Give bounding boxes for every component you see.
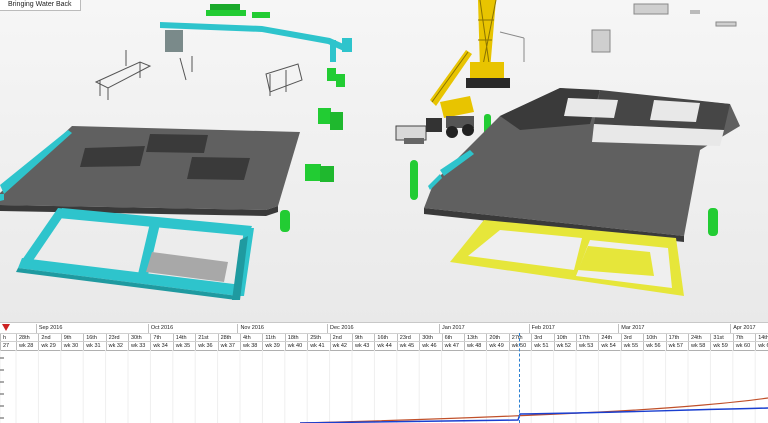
week-label: wk 47 — [441, 342, 464, 350]
timeline-plot-area[interactable] — [0, 350, 768, 423]
week-label: wk 34 — [150, 342, 172, 350]
month-label: Dec 2016 — [327, 324, 439, 333]
week-label: wk 59 — [710, 342, 732, 350]
week-label: wk 49 — [486, 342, 508, 350]
progress-curves — [0, 350, 768, 423]
week-label: wk 44 — [374, 342, 396, 350]
week-label: wk 42 — [329, 342, 352, 350]
week-label: wk 57 — [665, 342, 688, 350]
month-label: Mar 2017 — [618, 324, 730, 333]
week-label: wk 35 — [172, 342, 195, 350]
week-label: wk 51 — [531, 342, 553, 350]
week-label: wk 41 — [307, 342, 329, 350]
scene-title-label: Bringing Water Back — [0, 0, 81, 11]
month-label: Oct 2016 — [147, 324, 238, 333]
week-label: wk 30 — [60, 342, 83, 350]
week-label: wk 43 — [352, 342, 374, 350]
week-label: wk 45 — [396, 342, 419, 350]
week-label: wk 40 — [284, 342, 307, 350]
week-label: wk 61 — [755, 342, 768, 350]
month-label: Nov 2016 — [237, 324, 327, 333]
gantt-timeline[interactable]: Sep 2016 Oct 2016 Nov 2016 Dec 2016 Jan 2017… — [0, 322, 768, 423]
week-label: wk 48 — [464, 342, 486, 350]
week-label: wk 60 — [732, 342, 755, 350]
week-label: wk 32 — [105, 342, 128, 350]
timeline-month-row: Sep 2016 Oct 2016 Nov 2016 Dec 2016 Jan 2017… — [0, 324, 768, 333]
week-label: wk 37 — [217, 342, 240, 350]
week-label: wk 33 — [128, 342, 150, 350]
week-label: wk 38 — [240, 342, 262, 350]
week-label: wk 53 — [576, 342, 598, 350]
month-label: Apr 2017 — [730, 324, 768, 333]
week-label: wk 36 — [195, 342, 217, 350]
planned-progress-curve — [299, 397, 768, 423]
week-label: wk 54 — [598, 342, 620, 350]
week-label: wk 52 — [553, 342, 576, 350]
week-label: wk 58 — [688, 342, 710, 350]
site-model-scene[interactable] — [0, 0, 768, 322]
month-label: Feb 2017 — [528, 324, 619, 333]
week-label: wk 29 — [38, 342, 60, 350]
3d-viewport[interactable]: Bringing Water Back — [0, 0, 768, 322]
week-label: wk 56 — [643, 342, 665, 350]
week-label: wk 31 — [83, 342, 105, 350]
week-label: wk 46 — [419, 342, 441, 350]
month-label: Jan 2017 — [439, 324, 529, 333]
week-label: wk 39 — [262, 342, 284, 350]
week-label: wk 55 — [620, 342, 643, 350]
week-label: wk 28 — [16, 342, 38, 350]
current-date-marker[interactable] — [519, 333, 520, 423]
month-label: Sep 2016 — [35, 324, 148, 333]
